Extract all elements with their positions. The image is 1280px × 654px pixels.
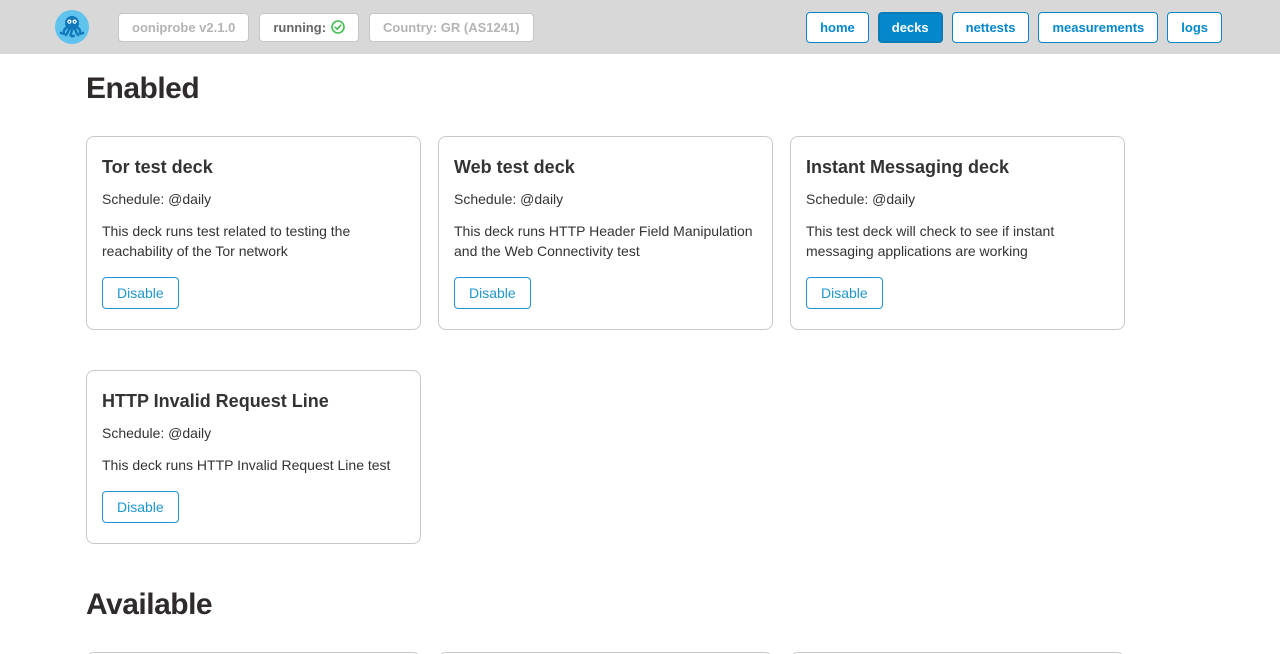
available-section-title: Available	[86, 588, 1140, 622]
deck-title: Instant Messaging deck	[806, 157, 1109, 178]
running-status-badge: running:	[259, 13, 359, 42]
deck-card-http-invalid-request-line: HTTP Invalid Request Line Schedule: @dai…	[86, 370, 421, 544]
deck-description: This deck runs HTTP Invalid Request Line…	[102, 455, 402, 475]
deck-card-instant-messaging: Instant Messaging deck Schedule: @daily …	[790, 136, 1125, 330]
main-nav: home decks nettests measurements logs	[806, 12, 1222, 43]
header-bar: ooniprobe v2.1.0 running: Country: GR (A…	[0, 0, 1280, 54]
deck-card-tor: Tor test deck Schedule: @daily This deck…	[86, 136, 421, 330]
nav-nettests-button[interactable]: nettests	[952, 12, 1030, 43]
disable-button[interactable]: Disable	[102, 277, 179, 309]
disable-button[interactable]: Disable	[806, 277, 883, 309]
version-badge-label: ooniprobe v2.1.0	[132, 20, 235, 35]
country-badge: Country: GR (AS1241)	[369, 13, 534, 42]
check-circle-icon	[331, 20, 345, 34]
nav-home-button[interactable]: home	[806, 12, 869, 43]
disable-button[interactable]: Disable	[454, 277, 531, 309]
deck-schedule: Schedule: @daily	[454, 191, 757, 207]
ooni-logo	[54, 9, 90, 45]
deck-title: Web test deck	[454, 157, 757, 178]
enabled-section-title: Enabled	[86, 72, 1140, 106]
deck-schedule: Schedule: @daily	[806, 191, 1109, 207]
country-badge-label: Country: GR (AS1241)	[383, 20, 520, 35]
deck-description: This test deck will check to see if inst…	[806, 221, 1106, 261]
deck-title: HTTP Invalid Request Line	[102, 391, 405, 412]
deck-schedule: Schedule: @daily	[102, 191, 405, 207]
enabled-decks-list: Tor test deck Schedule: @daily This deck…	[86, 136, 1127, 544]
nav-decks-button[interactable]: decks	[878, 12, 943, 43]
deck-title: Tor test deck	[102, 157, 405, 178]
status-badges: ooniprobe v2.1.0 running: Country: GR (A…	[118, 13, 534, 42]
nav-logs-button[interactable]: logs	[1167, 12, 1222, 43]
deck-description: This deck runs test related to testing t…	[102, 221, 402, 261]
version-badge: ooniprobe v2.1.0	[118, 13, 249, 42]
deck-schedule: Schedule: @daily	[102, 425, 405, 441]
deck-card-web: Web test deck Schedule: @daily This deck…	[438, 136, 773, 330]
deck-description: This deck runs HTTP Header Field Manipul…	[454, 221, 754, 261]
disable-button[interactable]: Disable	[102, 491, 179, 523]
running-badge-label: running:	[273, 20, 326, 35]
main-content: Enabled Tor test deck Schedule: @daily T…	[0, 54, 1280, 654]
nav-measurements-button[interactable]: measurements	[1038, 12, 1158, 43]
